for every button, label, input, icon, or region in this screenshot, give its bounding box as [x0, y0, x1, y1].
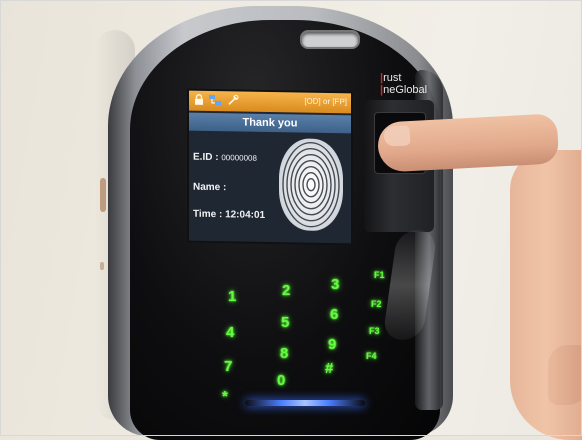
- image-border: [0, 0, 582, 436]
